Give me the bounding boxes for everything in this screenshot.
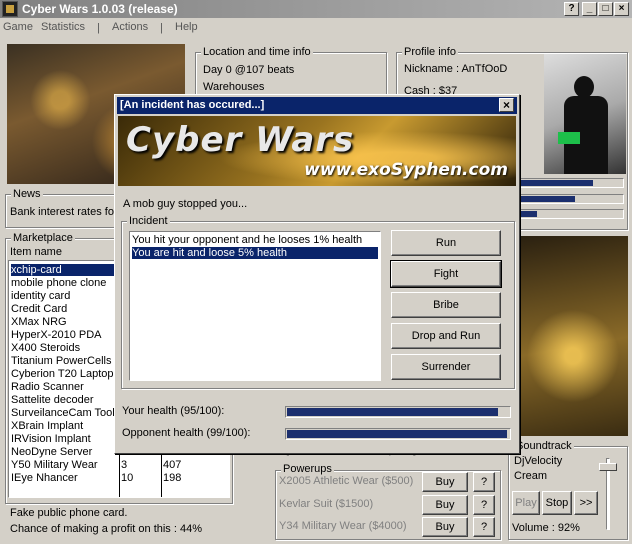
incident-log[interactable]: You hit your opponent and he looses 1% h… (129, 231, 381, 381)
surrender-button[interactable]: Surrender (391, 354, 501, 380)
market-item-name[interactable]: Credit Card (11, 303, 67, 315)
dialog-title-bar: [An incident has occured...] × (117, 97, 517, 114)
market-item-qty: 10 (121, 472, 134, 484)
help-kevlar-button[interactable]: ? (473, 495, 495, 515)
market-item-name[interactable]: Radio Scanner (11, 381, 84, 393)
market-item-name[interactable]: Sattelite decoder (11, 394, 94, 406)
market-item-name[interactable]: Y50 Military Wear (11, 459, 98, 471)
dialog-title: [An incident has occured...] (120, 99, 265, 111)
track-text: Cream (514, 470, 548, 482)
day-text: Day 0 @107 beats (203, 64, 295, 76)
log-item[interactable]: You hit your opponent and he looses 1% h… (132, 234, 362, 246)
profit-chance: Chance of making a profit on this : 44% (10, 523, 202, 535)
your-health-label: Your health (95/100): (122, 405, 225, 417)
news-text: Bank interest rates fo (10, 206, 114, 218)
run-button[interactable]: Run (391, 230, 501, 256)
maximize-icon[interactable]: □ (598, 2, 613, 16)
menu-actions[interactable]: Actions (112, 21, 148, 33)
menu-game[interactable]: Game (3, 21, 33, 33)
powerup-name: X2005 Athletic Wear ($500) (279, 475, 414, 487)
menu-separator: | (97, 22, 100, 34)
buy-kevlar-button[interactable]: Buy (422, 495, 468, 515)
item-name-header: Item name (10, 246, 62, 258)
banner-url: www.exoSyphen.com (304, 160, 508, 180)
fight-button[interactable]: Fight (390, 260, 502, 288)
title-bar: Cyber Wars 1.0.03 (release) ? _ □ × (0, 0, 632, 18)
market-item-name[interactable]: SurveilanceCam Tool (11, 407, 115, 419)
powerup-name: Kevlar Suit ($1500) (279, 498, 374, 510)
market-item-name[interactable]: NeoDyne Server (11, 446, 92, 458)
market-item-name[interactable]: XBrain Implant (11, 420, 83, 432)
powerup-name: Y34 Military Wear ($4000) (279, 520, 407, 532)
dialog-banner: Cyber Wars www.exoSyphen.com (118, 116, 516, 186)
market-item-price: 198 (163, 472, 182, 484)
marketplace-label: Marketplace (11, 232, 75, 244)
incident-message: A mob guy stopped you... (123, 198, 248, 210)
market-item-name[interactable]: IEye Nhancer (11, 472, 78, 484)
stop-button[interactable]: Stop (542, 491, 572, 515)
powerups-label: Powerups (281, 463, 334, 475)
volume-text: Volume : 92% (512, 522, 580, 534)
your-health-bar (285, 406, 511, 418)
market-item-name[interactable]: IRVision Implant (11, 433, 91, 445)
market-item-name[interactable]: X400 Steroids (11, 342, 80, 354)
drop-and-run-button[interactable]: Drop and Run (391, 323, 501, 349)
news-label: News (11, 188, 43, 200)
market-item-name[interactable]: Titanium PowerCells (11, 355, 111, 367)
next-button[interactable]: >> (574, 491, 598, 515)
market-item-name[interactable]: HyperX-2010 PDA (11, 329, 102, 341)
help-military-button[interactable]: ? (473, 517, 495, 537)
soundtrack-label: Soundtrack (514, 440, 574, 452)
help-athletic-button[interactable]: ? (473, 472, 495, 492)
avatar-laptop (558, 132, 580, 144)
incident-dialog: [An incident has occured...] × Cyber War… (114, 94, 520, 454)
buy-athletic-button[interactable]: Buy (422, 472, 468, 492)
market-item-name[interactable]: Cyberion T20 Laptop (11, 368, 114, 380)
avatar-head (574, 76, 594, 98)
close-icon[interactable]: × (614, 2, 629, 16)
menu-bar: Game Statistics | Actions | Help (0, 18, 632, 38)
place-text: Warehouses (203, 81, 265, 93)
market-item-name[interactable]: xchip-card (11, 264, 115, 276)
profile-bar-2 (516, 194, 624, 204)
banner-title: Cyber Wars (126, 120, 355, 160)
profile-bar-3 (516, 209, 624, 219)
market-item-price: 407 (163, 459, 182, 471)
menu-statistics[interactable]: Statistics (41, 21, 85, 33)
menu-help[interactable]: Help (175, 21, 198, 33)
market-item-name[interactable]: mobile phone clone (11, 277, 106, 289)
artist-text: DjVelocity (514, 455, 563, 467)
bribe-button[interactable]: Bribe (391, 292, 501, 318)
item-description: Fake public phone card. (10, 507, 128, 519)
skyline-photo (518, 236, 628, 436)
help-caption-button[interactable]: ? (564, 2, 579, 16)
location-label: Location and time info (201, 46, 313, 58)
profile-avatar (544, 54, 626, 174)
opponent-health-label: Opponent health (99/100): (122, 427, 251, 439)
log-item-selected[interactable]: You are hit and loose 5% health (132, 247, 378, 259)
minimize-icon[interactable]: _ (582, 2, 597, 16)
app-icon (2, 1, 18, 17)
incident-label: Incident (127, 215, 170, 227)
volume-slider-thumb[interactable] (599, 463, 617, 471)
menu-separator: | (160, 22, 163, 34)
profile-label: Profile info (402, 46, 458, 58)
dialog-close-icon[interactable]: × (499, 98, 514, 112)
profile-bar-1 (516, 178, 624, 188)
market-item-name[interactable]: identity card (11, 290, 70, 302)
opponent-health-bar (285, 428, 511, 440)
market-item-name[interactable]: XMax NRG (11, 316, 67, 328)
nickname-text: Nickname : AnTfOoD (404, 63, 508, 75)
play-button[interactable]: Play (512, 491, 540, 515)
market-item-qty: 3 (121, 459, 128, 471)
window-title: Cyber Wars 1.0.03 (release) (22, 2, 178, 16)
buy-military-button[interactable]: Buy (422, 517, 468, 537)
